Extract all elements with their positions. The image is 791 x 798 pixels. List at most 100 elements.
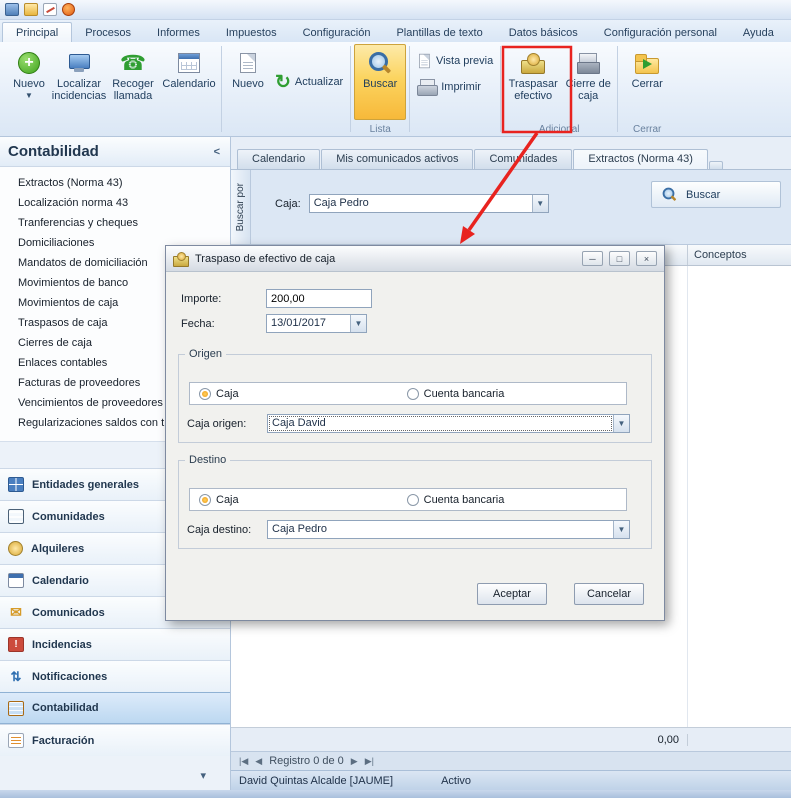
traspasar-label: Traspasar efectivo <box>505 78 561 102</box>
radio-unselected-icon <box>407 494 419 506</box>
radio-selected-icon <box>199 494 211 506</box>
localizar-label: Localizar incidencias <box>52 78 106 102</box>
recoger-label: Recoger llamada <box>107 78 159 102</box>
minimize-button[interactable]: ─ <box>582 251 603 266</box>
doc-tab-calendario[interactable]: Calendario <box>237 149 320 169</box>
fecha-value: 13/01/2017 <box>267 315 350 332</box>
nav-label: Incidencias <box>32 639 92 651</box>
vista-previa-button[interactable]: Vista previa <box>413 50 497 71</box>
origen-radio-caja[interactable]: Caja <box>199 388 239 400</box>
importe-input[interactable] <box>266 289 372 308</box>
actualizar-button[interactable]: ↻ Actualizar <box>271 70 347 94</box>
nav-label: Entidades generales <box>32 479 139 491</box>
dropdown-arrow-icon[interactable]: ▼ <box>613 521 629 538</box>
search-icon <box>368 51 392 75</box>
fecha-row: Fecha: 13/01/2017 ▼ <box>181 314 367 333</box>
dialog-titlebar[interactable]: Traspaso de efectivo de caja ─ □ × <box>166 246 664 272</box>
window-titlebar <box>0 0 791 20</box>
doc-tab-partial[interactable] <box>709 161 723 169</box>
cerrar-button[interactable]: Cerrar <box>621 44 673 120</box>
destino-radio-caja[interactable]: Caja <box>199 494 239 506</box>
calendario-button[interactable]: Calendario <box>160 44 218 120</box>
ledger-icon <box>8 701 24 716</box>
origen-radio-cuenta-bancaria[interactable]: Cuenta bancaria <box>407 388 505 400</box>
nuevo-documento-button[interactable]: Nuevo <box>225 44 271 120</box>
nuevo-button[interactable]: + Nuevo ▼ <box>6 44 52 120</box>
recoger-llamada-button[interactable]: ☎ Recoger llamada <box>106 44 160 120</box>
ribbon-group-separator <box>409 46 410 132</box>
grid-total-value: 0,00 <box>231 734 688 746</box>
origen-radio-panel: Caja Cuenta bancaria <box>189 382 627 405</box>
destino-radio-cuenta-bancaria[interactable]: Cuenta bancaria <box>407 494 505 506</box>
ribbon-group-impresion: Vista previa Imprimir <box>411 42 499 136</box>
localizar-incidencias-button[interactable]: Localizar incidencias <box>52 44 106 120</box>
sidebar-item-localizacion-norma43[interactable]: Localización norma 43 <box>18 193 230 213</box>
doc-tab-mis-comunicados[interactable]: Mis comunicados activos <box>321 149 473 169</box>
tab-configuracion[interactable]: Configuración <box>290 23 384 42</box>
cierre-de-caja-button[interactable]: Cierre de caja <box>562 44 614 120</box>
document-tabstrip: Calendario Mis comunicados activos Comun… <box>231 148 791 169</box>
invoice-icon <box>8 733 24 748</box>
sidebar-item-contabilidad[interactable]: Contabilidad <box>0 692 230 724</box>
ribbon-group-adicional: Traspasar efectivo Cierre de caja Adicio… <box>502 42 616 136</box>
previous-record-button[interactable]: ◀ <box>255 756 262 767</box>
fecha-combo[interactable]: 13/01/2017 ▼ <box>266 314 367 333</box>
sidebar-item-incidencias[interactable]: ! Incidencias <box>0 628 230 660</box>
cancelar-button[interactable]: Cancelar <box>574 583 644 605</box>
dropdown-arrow-icon[interactable]: ▼ <box>350 315 366 332</box>
new-document-icon <box>240 53 256 73</box>
maximize-button[interactable]: □ <box>609 251 630 266</box>
tab-impuestos[interactable]: Impuestos <box>213 23 290 42</box>
traspasar-efectivo-button[interactable]: Traspasar efectivo <box>504 44 562 120</box>
traspaso-efectivo-dialog: Traspaso de efectivo de caja ─ □ × Impor… <box>165 245 665 621</box>
first-record-button[interactable]: |◀ <box>239 756 248 767</box>
next-record-button[interactable]: ▶ <box>351 756 358 767</box>
collapse-sidebar-button[interactable]: < <box>214 146 220 158</box>
caja-destino-label: Caja destino: <box>187 524 267 536</box>
tab-configuracion-personal[interactable]: Configuración personal <box>591 23 730 42</box>
tab-informes[interactable]: Informes <box>144 23 213 42</box>
mail-icon[interactable] <box>24 3 38 16</box>
tab-ayuda[interactable]: Ayuda <box>730 23 787 42</box>
grid-header-conceptos[interactable]: Conceptos <box>688 245 791 265</box>
notes-icon[interactable] <box>43 3 57 16</box>
chevron-down-icon[interactable]: ▾ <box>200 769 206 782</box>
group-label-adicional: Adicional <box>502 124 616 135</box>
dropdown-arrow-icon[interactable]: ▼ <box>532 195 548 212</box>
caja-label: Caja: <box>275 198 301 210</box>
nav-label: Comunicados <box>32 607 105 619</box>
speaker-icon[interactable] <box>62 3 75 16</box>
close-folder-icon <box>635 54 659 73</box>
ribbon-group-lista: Buscar Lista <box>352 42 408 136</box>
destino-radio-cuenta-label: Cuenta bancaria <box>424 494 505 506</box>
caja-filter-combo[interactable]: Caja Pedro ▼ <box>309 194 549 213</box>
caja-origen-value: Caja David <box>268 415 613 432</box>
sidebar-item-transferencias[interactable]: Tranferencias y cheques <box>18 213 230 233</box>
doc-tab-comunidades[interactable]: Comunidades <box>474 149 572 169</box>
dropdown-caret-icon: ▼ <box>25 90 33 102</box>
tab-principal[interactable]: Principal <box>2 22 72 42</box>
origen-radio-cuenta-label: Cuenta bancaria <box>424 388 505 400</box>
last-record-button[interactable]: ▶| <box>365 756 374 767</box>
printer-icon <box>417 79 437 95</box>
nav-label: Facturación <box>32 735 94 747</box>
dropdown-arrow-icon[interactable]: ▼ <box>613 415 629 432</box>
tab-procesos[interactable]: Procesos <box>72 23 144 42</box>
buscar-button[interactable]: Buscar <box>354 44 406 120</box>
app-icon[interactable] <box>5 3 19 16</box>
sidebar-item-notificaciones[interactable]: ⇅ Notificaciones <box>0 660 230 692</box>
sidebar-item-facturacion[interactable]: Facturación <box>0 724 230 756</box>
buscar-filter-button[interactable]: Buscar <box>651 181 781 208</box>
calendar-icon <box>178 53 200 73</box>
tab-datos-basicos[interactable]: Datos básicos <box>496 23 591 42</box>
imprimir-button[interactable]: Imprimir <box>413 76 497 97</box>
aceptar-button[interactable]: Aceptar <box>477 583 547 605</box>
caja-origen-combo[interactable]: Caja David ▼ <box>267 414 630 433</box>
caja-destino-combo[interactable]: Caja Pedro ▼ <box>267 520 630 539</box>
doc-tab-extractos[interactable]: Extractos (Norma 43) <box>573 149 708 169</box>
close-button[interactable]: × <box>636 251 657 266</box>
actualizar-label: Actualizar <box>295 76 343 88</box>
sidebar-item-extractos[interactable]: Extractos (Norma 43) <box>18 173 230 193</box>
tab-plantillas-de-texto[interactable]: Plantillas de texto <box>383 23 495 42</box>
buscar-por-vertical-tab[interactable]: Buscar por <box>231 170 251 244</box>
